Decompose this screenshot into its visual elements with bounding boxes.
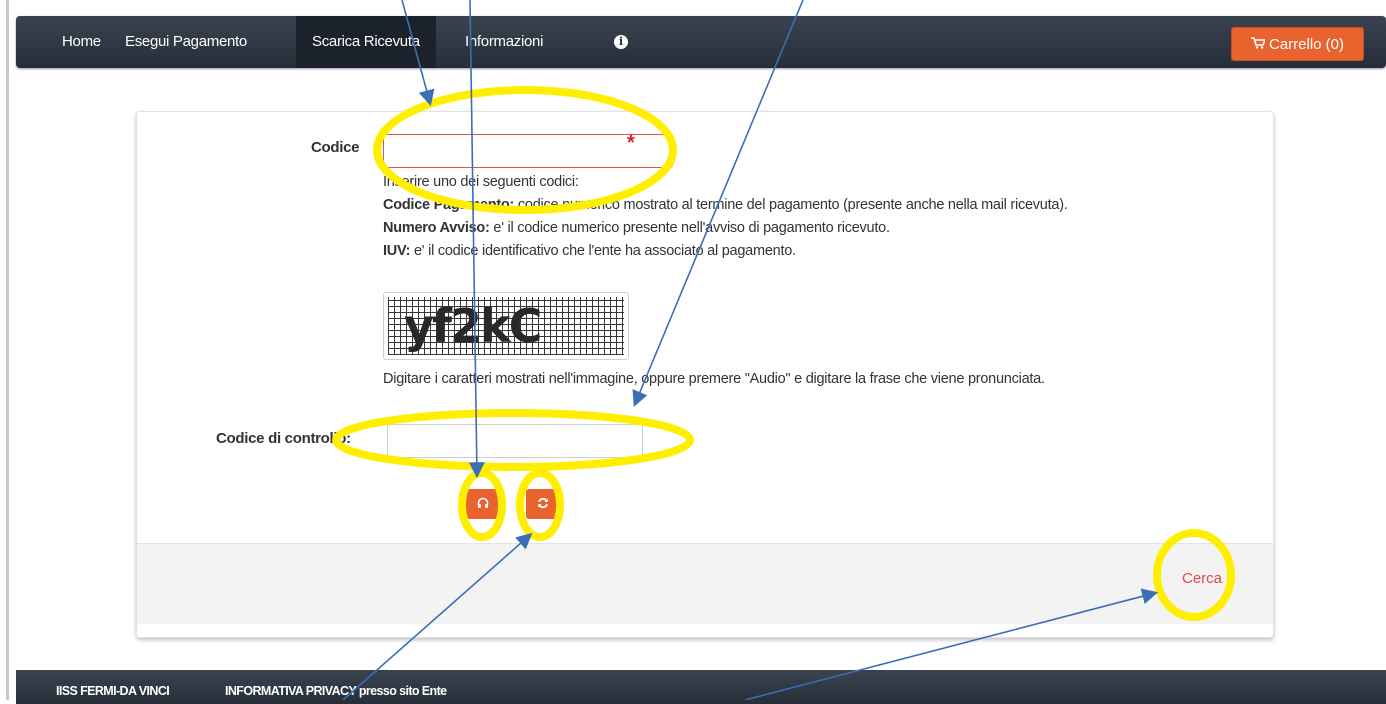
help-iuv: IUV: e' il codice identificativo che l'e… <box>383 243 796 259</box>
help-numero-avviso: Numero Avviso: e' il codice numerico pre… <box>383 220 890 236</box>
codice-controllo-input[interactable] <box>387 424 643 458</box>
page-footer: IISS FERMI-DA VINCI INFORMATIVA PRIVACY … <box>16 670 1386 704</box>
top-navbar: Home Esegui Pagamento Scarica Ricevuta I… <box>16 16 1386 68</box>
codice-label: Codice <box>311 139 360 156</box>
nav-informazioni[interactable]: Informazioni <box>465 16 543 68</box>
footer-org-link[interactable]: IISS FERMI-DA VINCI <box>56 684 170 698</box>
refresh-captcha-button[interactable] <box>526 489 560 519</box>
required-marker: * <box>627 132 635 154</box>
receipt-search-card: Codice * Inserire uno dei seguenti codic… <box>136 111 1274 638</box>
cart-label: Carrello (0) <box>1268 36 1344 53</box>
shopping-cart-icon <box>1250 28 1267 62</box>
help-codice-pagamento: Codice Pagamento: codice numerico mostra… <box>383 197 1068 213</box>
page-left-border <box>6 0 9 700</box>
nav-esegui-pagamento[interactable]: Esegui Pagamento <box>125 16 247 68</box>
captcha-image: yf2kC <box>383 292 629 360</box>
cart-button[interactable]: Carrello (0) <box>1231 27 1364 61</box>
captcha-hint: Digitare i caratteri mostrati nell'immag… <box>383 371 1045 387</box>
footer-privacy-link[interactable]: INFORMATIVA PRIVACY presso sito Ente <box>225 684 447 698</box>
nav-scarica-ricevuta[interactable]: Scarica Ricevuta <box>296 16 436 68</box>
info-circle-icon[interactable]: i <box>614 35 628 49</box>
nav-home[interactable]: Home <box>62 16 101 68</box>
help-intro: Inserire uno dei seguenti codici: <box>383 174 579 190</box>
cerca-button[interactable]: Cerca <box>1182 570 1222 587</box>
captcha-text: yf2kC <box>404 299 542 353</box>
refresh-icon <box>537 496 549 512</box>
codice-controllo-label: Codice di controllo: <box>216 430 351 447</box>
card-footer: Cerca <box>137 543 1273 624</box>
headphones-icon <box>477 496 489 512</box>
audio-button[interactable] <box>466 489 500 519</box>
